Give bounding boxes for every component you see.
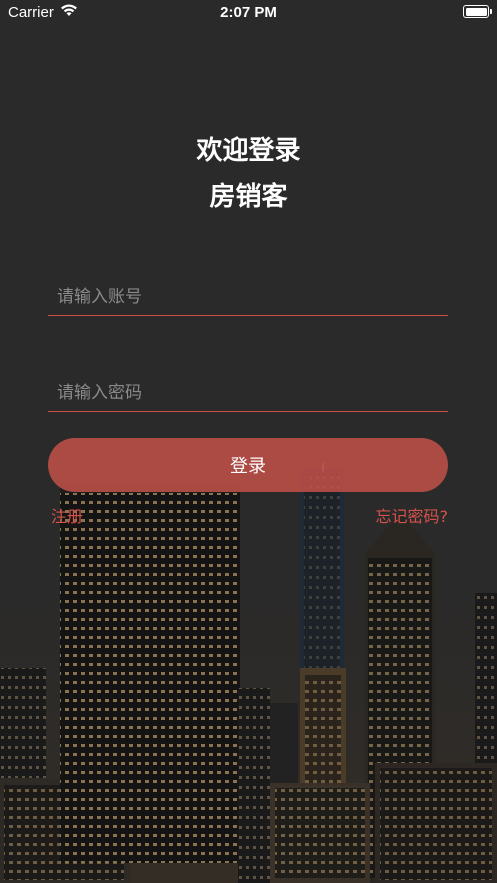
password-field [48,375,448,412]
password-input[interactable] [48,375,448,411]
welcome-heading: 欢迎登录 房销客 [0,128,497,220]
register-link[interactable]: 注册 [51,503,83,527]
account-input[interactable] [48,279,448,315]
status-bar: Carrier 2:07 PM [0,0,497,26]
forgot-password-link[interactable]: 忘记密码? [376,503,449,527]
battery-icon [463,5,492,18]
account-field [48,279,448,316]
welcome-title: 欢迎登录 [196,136,301,166]
clock: 2:07 PM [220,4,277,21]
app-name: 房销客 [209,182,288,212]
login-button[interactable]: 登录 [48,438,448,492]
